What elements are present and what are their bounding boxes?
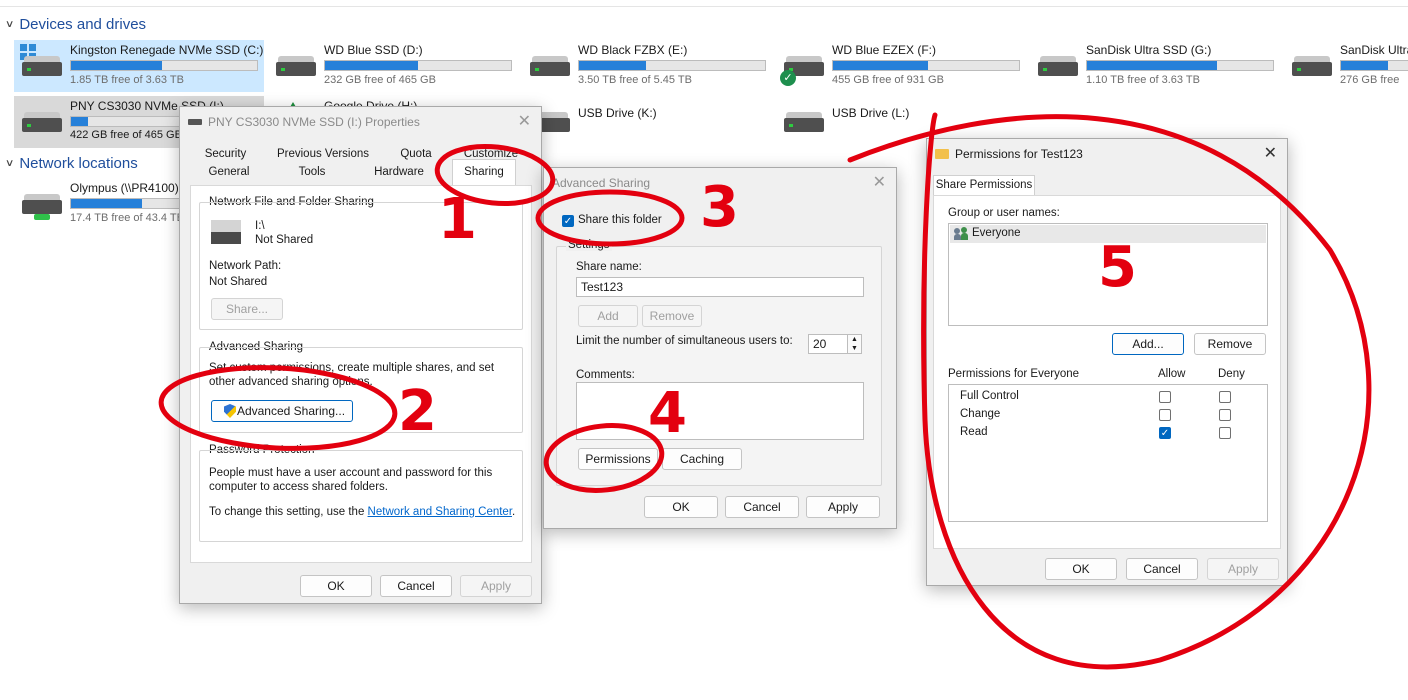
circle-advanced-sharing	[158, 365, 398, 451]
annotation-5: 5	[1098, 235, 1137, 300]
circle-permissions-dialog	[847, 112, 1372, 670]
annotation-3: 3	[700, 175, 739, 240]
annotation-2: 2	[398, 379, 437, 444]
annotation-1: 1	[438, 187, 477, 252]
circle-permissions-button	[543, 423, 665, 493]
circle-share-this-folder	[535, 189, 685, 247]
annotation-overlay	[158, 112, 1372, 670]
annotation-4: 4	[648, 381, 687, 446]
